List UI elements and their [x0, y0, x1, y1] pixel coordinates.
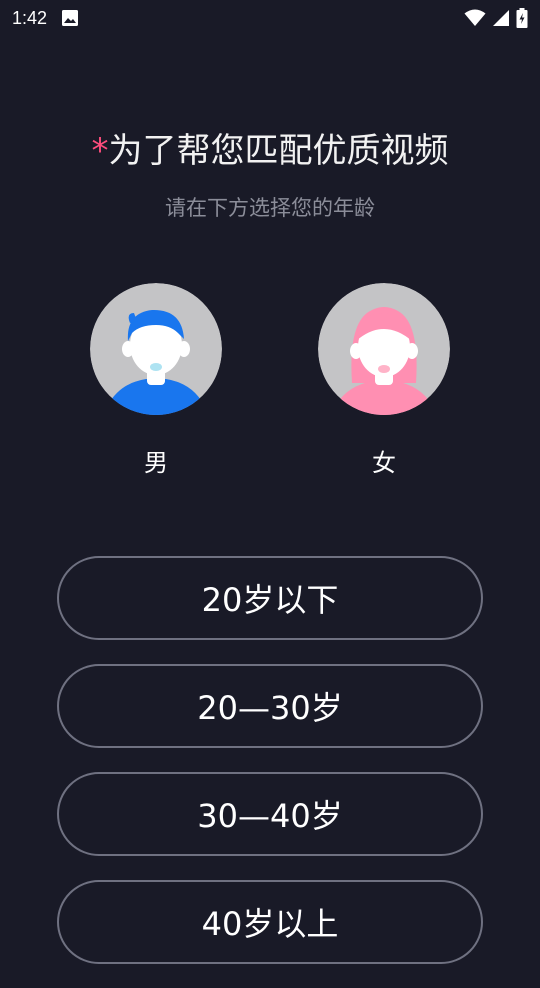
female-avatar-icon: [318, 283, 450, 415]
image-icon: [61, 9, 79, 27]
age-option-30-40[interactable]: 30—40岁: [57, 772, 483, 856]
age-option-over-40[interactable]: 40岁以上: [57, 880, 483, 964]
gender-label-male: 男: [144, 449, 168, 477]
wifi-icon: [464, 9, 486, 27]
age-option-under-20[interactable]: 20岁以下: [57, 556, 483, 640]
gender-option-male[interactable]: 男: [90, 283, 222, 479]
status-bar: 1:42: [0, 0, 540, 36]
gender-label-female: 女: [372, 449, 396, 477]
status-left: 1:42: [12, 8, 79, 29]
status-time: 1:42: [12, 7, 48, 28]
required-mark: *: [91, 131, 109, 171]
status-right: [464, 8, 528, 28]
page-title: *为了帮您匹配优质视频: [0, 126, 540, 176]
page-subtitle: 请在下方选择您的年龄: [165, 196, 375, 220]
male-avatar-icon: [90, 283, 222, 415]
age-option-20-30[interactable]: 20—30岁: [57, 664, 483, 748]
gender-option-female[interactable]: 女: [318, 283, 450, 479]
battery-charging-icon: [516, 8, 528, 28]
page-title-text: 为了帮您匹配优质视频: [108, 131, 449, 171]
signal-icon: [492, 9, 510, 27]
age-options-list: 20岁以下 20—30岁 30—40岁 40岁以上: [57, 556, 483, 988]
